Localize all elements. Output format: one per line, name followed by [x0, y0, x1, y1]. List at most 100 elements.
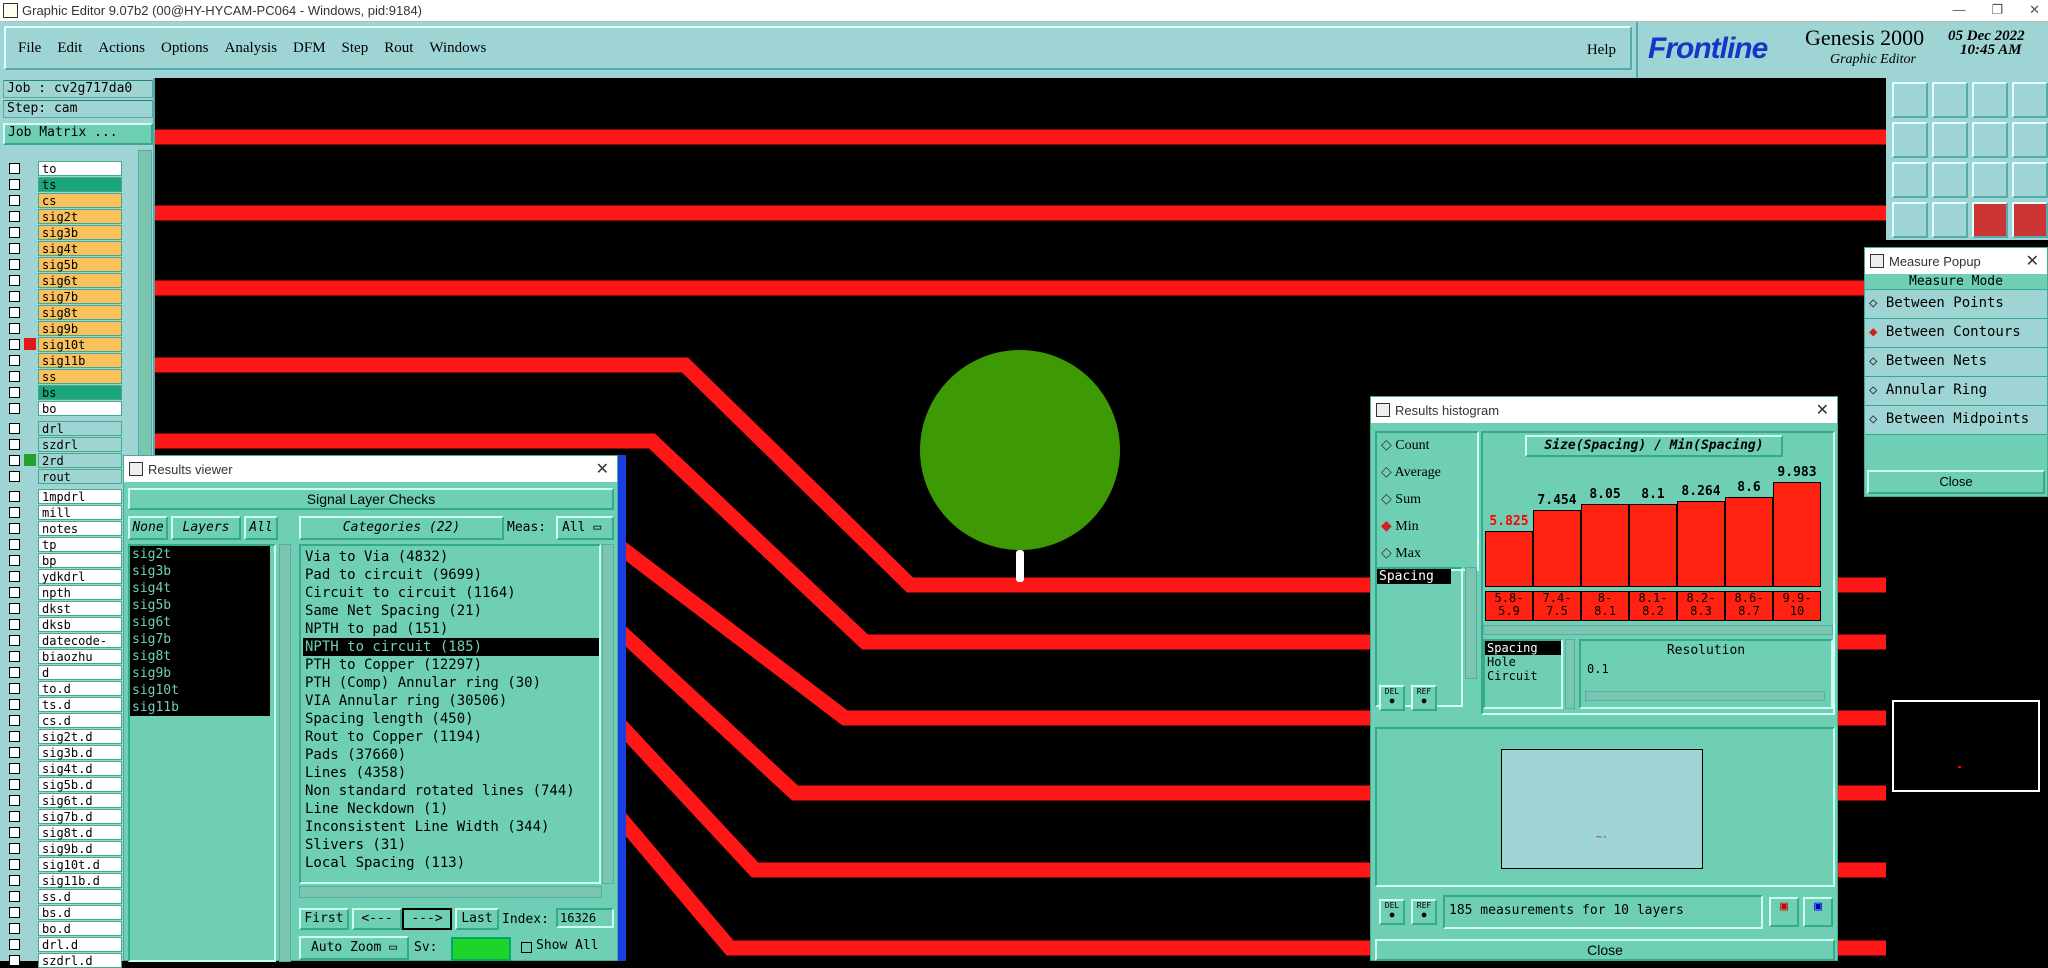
layer-row[interactable]: ydkdrl [3, 568, 125, 584]
category-scrollbar[interactable] [602, 544, 614, 884]
layer-name[interactable]: sig4t [38, 240, 122, 256]
preview-window[interactable]: ~· [1501, 749, 1703, 869]
show-all-checkbox[interactable] [521, 942, 532, 953]
center-icon[interactable] [1932, 162, 1968, 198]
layer-name[interactable]: bs.d [38, 904, 122, 920]
histogram-bar[interactable] [1725, 497, 1773, 587]
layer-color-swatch[interactable] [24, 906, 36, 918]
measure-option[interactable]: ◇ Between Points [1865, 290, 2047, 319]
layer-name[interactable]: dksb [38, 616, 122, 632]
layer-checkbox[interactable] [9, 650, 20, 662]
layer-checkbox[interactable] [9, 826, 20, 838]
layer-checkbox[interactable] [9, 554, 20, 566]
layer-checkbox[interactable] [9, 938, 20, 950]
result-layer-item[interactable]: sig2t [130, 546, 270, 563]
layer-color-swatch[interactable] [24, 386, 36, 398]
layer-checkbox[interactable] [9, 274, 20, 286]
category-item[interactable]: Non standard rotated lines (744) [303, 782, 599, 800]
category-item[interactable]: Rout to Copper (1194) [303, 728, 599, 746]
range-label[interactable]: 8.2- 8.3 [1677, 591, 1725, 621]
layer-checkbox[interactable] [9, 338, 20, 350]
layer-checkbox[interactable] [9, 858, 20, 870]
first-button[interactable]: First [299, 908, 349, 930]
mode-item-spacing[interactable]: Spacing [1485, 641, 1561, 655]
measure-option[interactable]: ◇ Between Nets [1865, 348, 2047, 377]
layer-color-swatch[interactable] [24, 650, 36, 662]
close-icon[interactable]: ✕ [2029, 2, 2040, 18]
layer-row[interactable]: sig3b.d [3, 744, 125, 760]
save-icon[interactable] [1932, 82, 1968, 118]
layer-color-swatch[interactable] [24, 274, 36, 286]
layer-row[interactable]: sig7b [3, 288, 125, 304]
layer-color-swatch[interactable] [24, 454, 36, 466]
layer-name[interactable]: szdrl.d [38, 952, 122, 968]
layer-color-swatch[interactable] [24, 322, 36, 334]
layer-color-swatch[interactable] [24, 810, 36, 822]
prev-button[interactable]: <--- [352, 908, 402, 930]
left-icon[interactable] [1892, 122, 1928, 158]
result-layer-item[interactable]: sig3b [130, 563, 270, 580]
category-hscrollbar[interactable] [299, 886, 602, 898]
layer-row[interactable]: 2rd [3, 452, 125, 468]
layer-color-swatch[interactable] [24, 858, 36, 870]
all-button[interactable]: All [244, 516, 278, 540]
layer-color-swatch[interactable] [24, 586, 36, 598]
layer-checkbox[interactable] [9, 470, 20, 482]
mode-item-circuit[interactable]: Circuit [1485, 669, 1561, 683]
layer-name[interactable]: 1mpdrl [38, 488, 122, 504]
layer-color-swatch[interactable] [24, 162, 36, 174]
layer-color-swatch[interactable] [24, 538, 36, 550]
layer-checkbox[interactable] [9, 618, 20, 630]
layer-row[interactable]: sig5b [3, 256, 125, 272]
home-icon[interactable] [1972, 82, 2008, 118]
layer-color-swatch[interactable] [24, 746, 36, 758]
menu-step[interactable]: Step [342, 40, 369, 57]
layer-row[interactable]: sig11b [3, 352, 125, 368]
range-label[interactable]: 8.6- 8.7 [1725, 591, 1773, 621]
next-button[interactable]: ---> [402, 908, 452, 930]
layer-row[interactable]: datecode-to [3, 632, 125, 662]
layer-name[interactable]: sig5b.d [38, 776, 122, 792]
layer-row[interactable]: sig6t.d [3, 792, 125, 808]
menu-rout[interactable]: Rout [384, 40, 413, 57]
histogram-hscrollbar[interactable] [1483, 625, 1833, 635]
category-item[interactable]: NPTH to circuit (185) [303, 638, 599, 656]
menu-help[interactable]: Help [1587, 42, 1616, 59]
histogram-bar[interactable] [1533, 510, 1581, 587]
histogram-close-button[interactable]: Close [1375, 939, 1835, 961]
layer-row[interactable]: biaozhu [3, 648, 125, 664]
layer-checkbox[interactable] [9, 322, 20, 334]
category-item[interactable]: Via to Via (4832) [303, 548, 599, 566]
layer-checkbox[interactable] [9, 178, 20, 190]
histogram-mode-sum[interactable]: ◇ Sum [1377, 487, 1477, 514]
range-label[interactable]: 9.9- 10 [1773, 591, 1821, 621]
layer-row[interactable]: rout [3, 468, 125, 484]
layer-checkbox[interactable] [9, 490, 20, 502]
layer-row[interactable]: sig2t [3, 208, 125, 224]
result-layer-item[interactable]: sig4t [130, 580, 270, 597]
layer-name[interactable]: sig9b [38, 320, 122, 336]
layer-row[interactable]: sig10t [3, 336, 125, 352]
layer-row[interactable]: sig11b.d [3, 872, 125, 888]
layer-row[interactable]: notes [3, 520, 125, 536]
layer-row[interactable]: bo.d [3, 920, 125, 936]
layer-color-swatch[interactable] [24, 794, 36, 806]
range-label[interactable]: 8- 8.1 [1581, 591, 1629, 621]
result-layer-item[interactable]: sig11b [130, 699, 270, 716]
resolution-slider[interactable] [1585, 691, 1825, 701]
layer-name[interactable]: sig7b.d [38, 808, 122, 824]
layer-name[interactable]: szdrl [38, 436, 122, 452]
restore-icon[interactable]: ❐ [1991, 2, 2003, 18]
histogram-mode-average[interactable]: ◇ Average [1377, 460, 1477, 487]
layer-row[interactable]: bo [3, 400, 125, 416]
layer-name[interactable]: sig5b [38, 256, 122, 272]
type-item-spacing[interactable]: Spacing [1377, 569, 1451, 584]
category-item[interactable]: Pad to circuit (9699) [303, 566, 599, 584]
signal-layer-checks-button[interactable]: Signal Layer Checks [128, 488, 614, 510]
layer-color-swatch[interactable] [24, 242, 36, 254]
layer-checkbox[interactable] [9, 422, 20, 434]
layer-color-swatch[interactable] [24, 842, 36, 854]
layer-checkbox[interactable] [9, 306, 20, 318]
layer-name[interactable]: ss [38, 368, 122, 384]
layer-name[interactable]: sig11b [38, 352, 122, 368]
